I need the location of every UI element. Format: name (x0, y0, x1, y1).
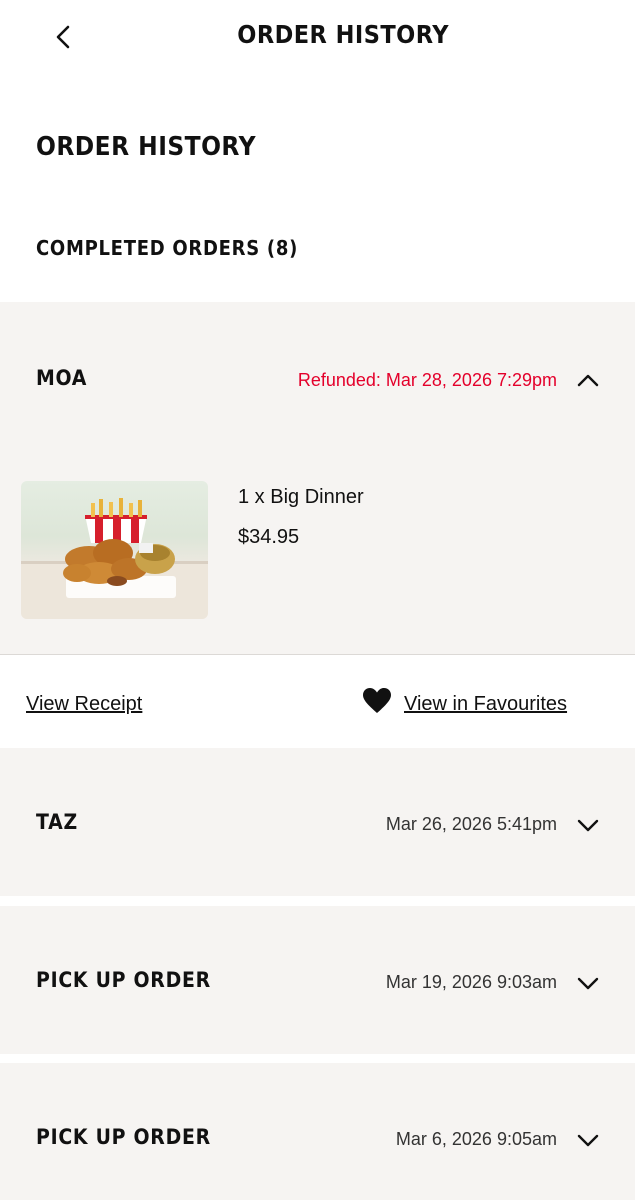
order-header[interactable]: PICK UP ORDER Mar 6, 2026 9:05am (0, 1109, 635, 1169)
item-price: $34.95 (238, 526, 300, 548)
order-header[interactable]: PICK UP ORDER Mar 19, 2026 9:03am (0, 952, 635, 1012)
heart-icon[interactable] (362, 687, 392, 715)
view-in-favourites-link[interactable]: View in Favourites (404, 693, 567, 716)
completed-orders-label: COMPLETED ORDERS (8) (36, 236, 299, 260)
top-bar: ORDER HISTORY (0, 0, 635, 76)
big-dinner-image (21, 481, 208, 619)
order-status: Mar 26, 2026 5:41pm (385, 814, 557, 834)
view-receipt-link[interactable]: View Receipt (26, 693, 142, 716)
item-description: 1 x Big Dinner (238, 486, 364, 508)
order-status: Mar 6, 2026 9:05am (395, 1129, 557, 1149)
order-name: MOA (36, 366, 88, 390)
order-actions: View Receipt View in Favourites (0, 655, 635, 740)
order-name: TAZ (36, 810, 78, 834)
order-name: PICK UP ORDER (36, 968, 211, 992)
order-card[interactable]: PICK UP ORDER Mar 6, 2026 9:05am (0, 1063, 635, 1200)
order-header[interactable]: TAZ Mar 26, 2026 5:41pm (0, 794, 635, 854)
order-status: Mar 19, 2026 9:03am (385, 972, 557, 992)
order-card: MOA Refunded: Mar 28, 2026 7:29pm 1 x Bi… (0, 302, 635, 740)
order-header[interactable]: MOA Refunded: Mar 28, 2026 7:29pm (0, 350, 635, 410)
chevron-up-icon[interactable] (575, 368, 601, 394)
order-name: PICK UP ORDER (36, 1125, 211, 1149)
chevron-down-icon[interactable] (575, 812, 601, 838)
order-status: Refunded: Mar 28, 2026 7:29pm (297, 370, 557, 390)
chevron-down-icon[interactable] (575, 970, 601, 996)
chevron-down-icon[interactable] (575, 1127, 601, 1153)
header-title: ORDER HISTORY (237, 20, 450, 49)
order-card[interactable]: PICK UP ORDER Mar 19, 2026 9:03am (0, 906, 635, 1054)
order-card[interactable]: TAZ Mar 26, 2026 5:41pm (0, 748, 635, 896)
page-title: ORDER HISTORY (36, 132, 257, 162)
